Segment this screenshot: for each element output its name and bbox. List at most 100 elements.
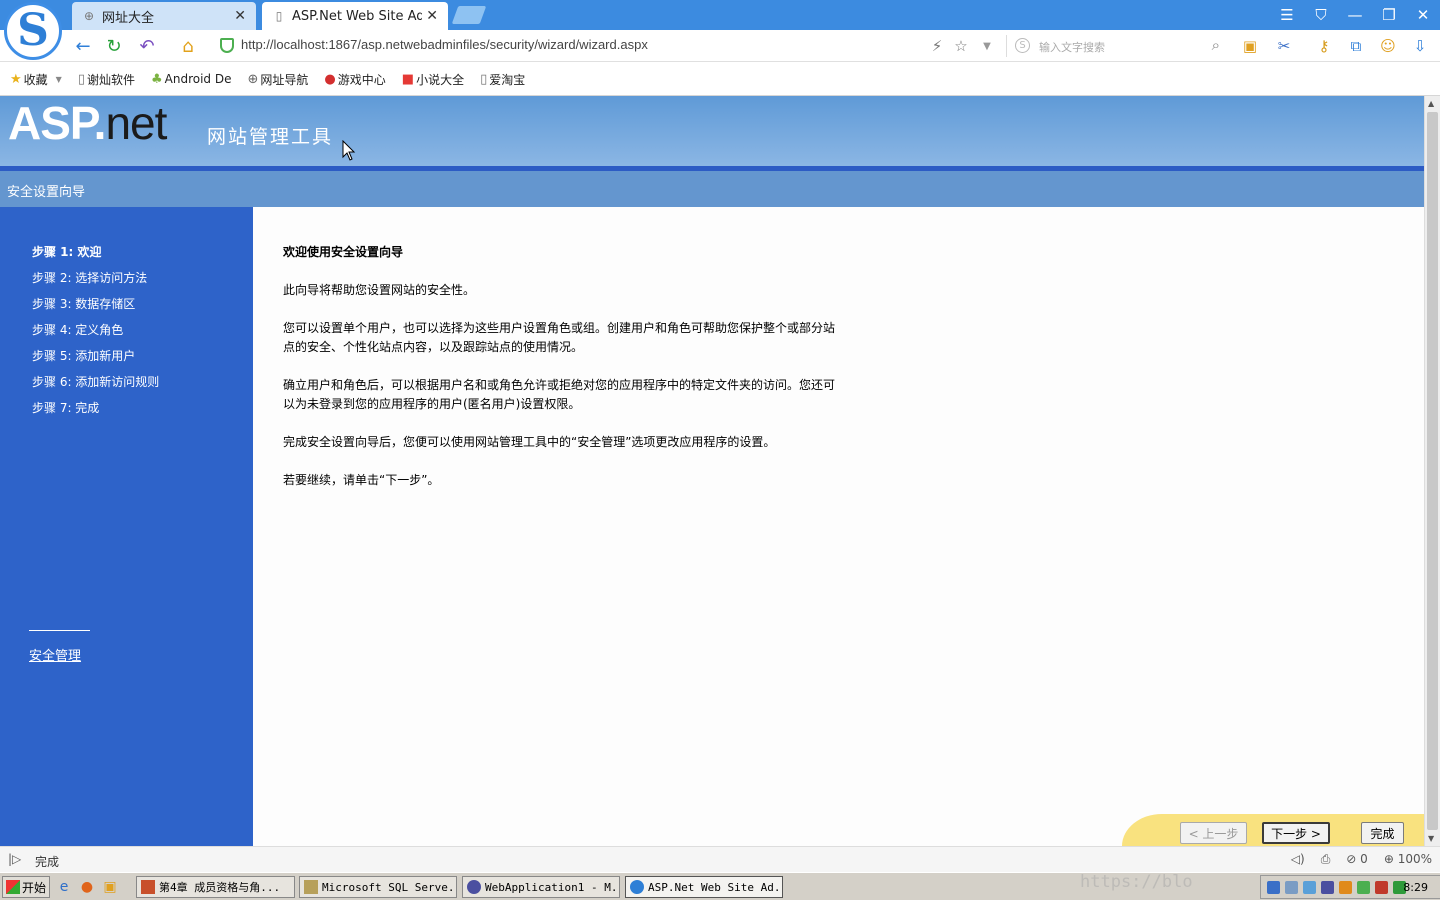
step-access-method[interactable]: 步骤 2: 选择访问方法 bbox=[32, 269, 147, 286]
section-bar: 安全设置向导 bbox=[0, 171, 1424, 207]
game-icon: ● bbox=[324, 71, 336, 87]
new-tab-button[interactable] bbox=[451, 6, 487, 24]
status-bar-tools: ◁) ⎙ ⊘ 0 ⊕ 100% bbox=[1291, 852, 1432, 867]
sidebar-toggle-icon[interactable]: |▷ bbox=[8, 852, 21, 866]
security-management-link[interactable]: 安全管理 bbox=[29, 645, 81, 664]
content-paragraph: 完成安全设置向导后，您便可以使用网站管理工具中的“安全管理”选项更改应用程序的设… bbox=[283, 435, 776, 449]
url-field[interactable]: http://localhost:1867/asp.netwebadminfil… bbox=[241, 37, 648, 52]
content-paragraph: 确立用户和角色后，可以根据用户名和或角色允许或拒绝对您的应用程序中的特定文件夹的… bbox=[283, 378, 836, 411]
scissors-icon[interactable]: ✂ bbox=[1274, 36, 1294, 56]
back-icon[interactable]: ← bbox=[72, 35, 94, 57]
key-icon[interactable]: ⚷ bbox=[1314, 36, 1334, 56]
browser-tab-strip: S ⊕ 网址大全 ✕ ▯ ASP.Net Web Site Adm ✕ ☰ ⛉ … bbox=[0, 0, 1440, 60]
favorite-item[interactable]: ● 游戏中心 bbox=[324, 71, 385, 88]
favorite-label: 爱淘宝 bbox=[489, 72, 526, 87]
search-box[interactable]: S 输入文字搜索 ⌕ bbox=[1006, 35, 1226, 57]
favorite-label: 网址导航 bbox=[260, 72, 309, 87]
favorite-label: 谢灿软件 bbox=[86, 72, 135, 87]
update-tray-icon[interactable] bbox=[1357, 881, 1370, 894]
globe-icon: ⊕ bbox=[247, 71, 259, 87]
content-paragraph: 此向导将帮助您设置网站的安全性。 bbox=[283, 283, 476, 297]
banner-title: 网站管理工具 bbox=[207, 126, 334, 148]
step-add-access-rules[interactable]: 步骤 6: 添加新访问规则 bbox=[32, 373, 159, 390]
step-complete[interactable]: 步骤 7: 完成 bbox=[32, 399, 99, 416]
zoom-level[interactable]: ⊕ 100% bbox=[1384, 852, 1432, 867]
network-icon[interactable] bbox=[1303, 881, 1316, 894]
bookmark-star-icon[interactable]: ☆ bbox=[951, 36, 971, 56]
translate-icon[interactable]: ⧉ bbox=[1346, 36, 1366, 56]
search-icon[interactable]: ⌕ bbox=[1212, 36, 1220, 54]
system-tray: 8:29 bbox=[1260, 875, 1440, 899]
favorite-item[interactable]: ▯ 谢灿软件 bbox=[78, 71, 135, 88]
lightning-icon[interactable]: ⚡ bbox=[927, 36, 947, 56]
security-tray-icon[interactable] bbox=[1339, 881, 1352, 894]
undo-icon[interactable]: ↶ bbox=[136, 35, 158, 57]
task-powerpoint[interactable]: 第4章 成员资格与角... bbox=[136, 876, 295, 898]
download-icon[interactable]: ⇩ bbox=[1410, 36, 1430, 56]
start-button[interactable]: 开始 bbox=[2, 876, 50, 898]
content-heading: 欢迎使用安全设置向导 bbox=[283, 245, 404, 259]
dropdown-icon[interactable]: ▼ bbox=[56, 75, 62, 84]
task-label: Microsoft SQL Serve... bbox=[322, 880, 457, 894]
previous-button[interactable]: < 上一步 bbox=[1180, 822, 1247, 844]
step-define-roles[interactable]: 步骤 4: 定义角色 bbox=[32, 321, 123, 338]
vertical-scrollbar[interactable]: ▲ ▼ bbox=[1424, 96, 1440, 846]
favorites-bar: ★ 收藏 ▼ ▯ 谢灿软件 ♣ Android De ⊕ 网址导航 ● 游戏中心 ■ 小说大全… bbox=[0, 63, 1440, 96]
step-welcome[interactable]: 步骤 1: 欢迎 bbox=[32, 243, 102, 260]
ad-block-count[interactable]: ⊘ 0 bbox=[1346, 852, 1368, 867]
keyboard-icon[interactable] bbox=[1285, 881, 1298, 894]
close-tab-icon[interactable]: ✕ bbox=[426, 8, 438, 24]
ime-icon[interactable] bbox=[1267, 881, 1280, 894]
favorite-item[interactable]: ♣ Android De bbox=[151, 72, 232, 87]
search-input[interactable]: 输入文字搜索 bbox=[1039, 39, 1105, 55]
volume-icon[interactable] bbox=[1375, 881, 1388, 894]
next-button[interactable]: 下一步 > bbox=[1262, 822, 1330, 844]
app-tray-icon[interactable] bbox=[1321, 881, 1334, 894]
task-sql-server[interactable]: Microsoft SQL Serve... bbox=[299, 876, 457, 898]
restore-icon[interactable]: ❐ bbox=[1372, 0, 1406, 30]
browser-logo-icon[interactable]: S bbox=[4, 2, 62, 60]
tab-asp-admin[interactable]: ▯ ASP.Net Web Site Adm ✕ bbox=[262, 2, 448, 30]
start-label: 开始 bbox=[22, 880, 47, 895]
task-visual-studio[interactable]: WebApplication1 - M... bbox=[462, 876, 620, 898]
home-icon[interactable]: ⌂ bbox=[177, 35, 199, 57]
star-icon: ★ bbox=[10, 71, 22, 87]
taskbar: 开始 e ● ▣ 第4章 成员资格与角... Microsoft SQL Ser… bbox=[0, 872, 1440, 900]
zoom-value: 100% bbox=[1397, 852, 1432, 866]
favorite-item[interactable]: ▯ 爱淘宝 bbox=[480, 71, 525, 88]
extension-icon[interactable]: ▣ bbox=[1240, 36, 1260, 56]
refresh-icon[interactable]: ↻ bbox=[103, 35, 125, 57]
mouse-cursor-icon bbox=[342, 140, 356, 161]
speaker-icon[interactable]: ◁) bbox=[1291, 852, 1305, 867]
clock[interactable]: 8:29 bbox=[1403, 881, 1428, 894]
powerpoint-icon bbox=[141, 880, 155, 894]
scroll-down-icon[interactable]: ▼ bbox=[1428, 834, 1434, 843]
address-bar: ← ↻ ↶ ⌂ http://localhost:1867/asp.netweb… bbox=[0, 30, 1440, 62]
close-icon[interactable]: ✕ bbox=[1406, 0, 1440, 30]
close-tab-icon[interactable]: ✕ bbox=[234, 8, 246, 24]
scroll-up-icon[interactable]: ▲ bbox=[1428, 99, 1434, 108]
folder-icon[interactable]: ▣ bbox=[101, 878, 119, 896]
search-engine-icon[interactable]: S bbox=[1015, 38, 1030, 53]
more-icon[interactable]: ☺ bbox=[1378, 36, 1398, 56]
skin-icon[interactable]: ⛉ bbox=[1304, 0, 1338, 30]
step-data-store[interactable]: 步骤 3: 数据存储区 bbox=[32, 295, 135, 312]
finish-button[interactable]: 完成 bbox=[1361, 822, 1404, 844]
print-icon[interactable]: ⎙ bbox=[1321, 852, 1331, 867]
secure-shield-icon bbox=[220, 38, 234, 53]
task-browser[interactable]: ASP.Net Web Site Ad... bbox=[625, 876, 783, 898]
menu-icon[interactable]: ☰ bbox=[1270, 0, 1304, 30]
minimize-icon[interactable]: — bbox=[1338, 0, 1372, 30]
favorite-item[interactable]: ★ 收藏 ▼ bbox=[10, 71, 62, 88]
dropdown-icon[interactable]: ▼ bbox=[977, 36, 997, 56]
step-add-users[interactable]: 步骤 5: 添加新用户 bbox=[32, 347, 135, 364]
favorite-label: 游戏中心 bbox=[337, 72, 386, 87]
firefox-icon[interactable]: ● bbox=[78, 878, 96, 896]
tab-websites[interactable]: ⊕ 网址大全 ✕ bbox=[72, 2, 256, 30]
favorite-item[interactable]: ■ 小说大全 bbox=[402, 71, 464, 88]
ie-icon[interactable]: e bbox=[55, 878, 73, 896]
scroll-thumb[interactable] bbox=[1427, 112, 1438, 830]
wizard-sidebar: 步骤 1: 欢迎 步骤 2: 选择访问方法 步骤 3: 数据存储区 步骤 4: … bbox=[0, 207, 253, 846]
page-icon: ▯ bbox=[480, 71, 488, 87]
favorite-item[interactable]: ⊕ 网址导航 bbox=[248, 71, 309, 88]
